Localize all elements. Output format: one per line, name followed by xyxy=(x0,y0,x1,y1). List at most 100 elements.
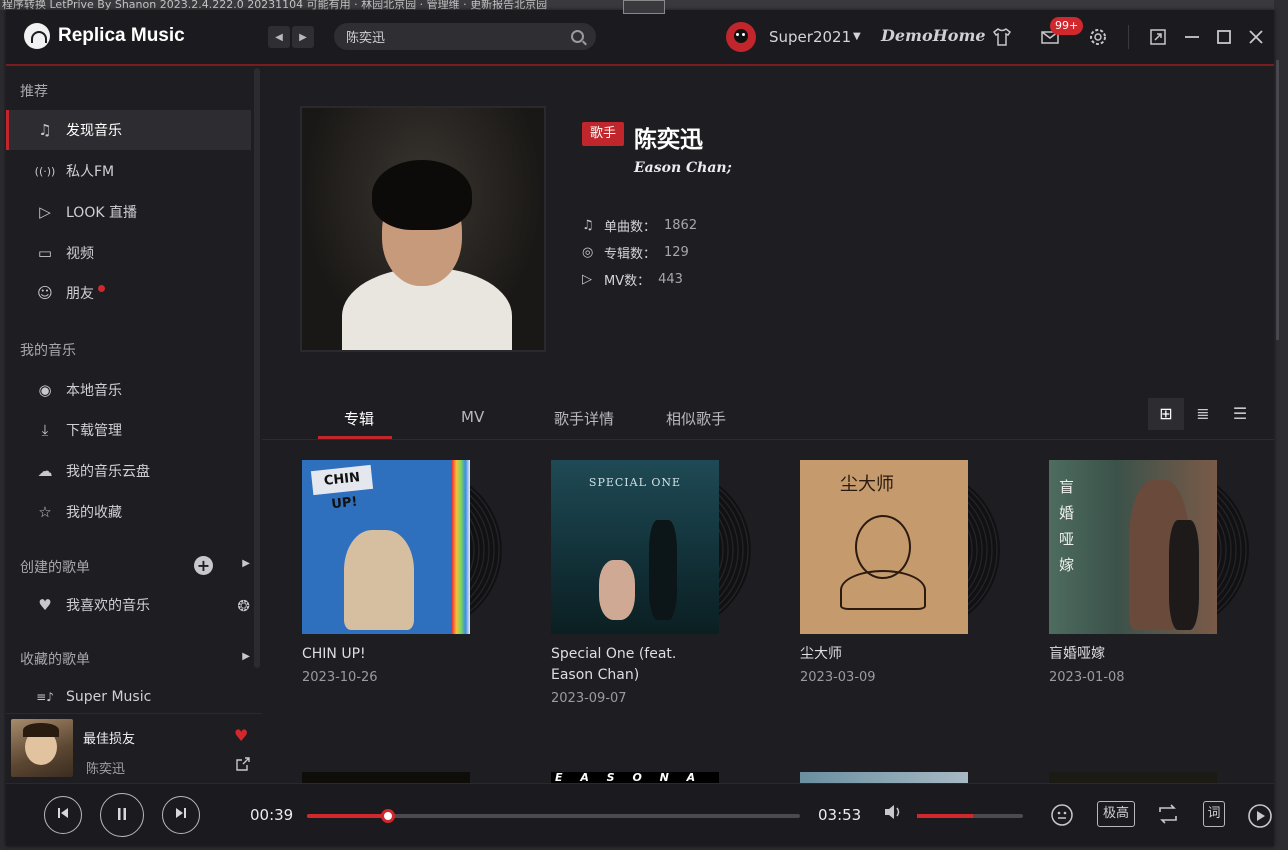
search-icon[interactable] xyxy=(571,30,584,43)
album-cover[interactable]: SPECIAL ONE xyxy=(551,460,719,634)
progress-bar[interactable] xyxy=(307,809,800,823)
list-view-icon[interactable]: ≣ xyxy=(1185,398,1221,430)
album-card[interactable]: SPECIAL ONE Special One (feat. Eason Cha… xyxy=(551,460,761,720)
album-title[interactable]: Special One (feat. Eason Chan) xyxy=(551,644,701,686)
app-window: Replica Music ◀ ▶ Super2021 ▼ DemoHome 9… xyxy=(6,0,1274,846)
sidebar-item-downloads[interactable]: ⤓ 下载管理 xyxy=(6,410,251,450)
playlist-queue-icon[interactable] xyxy=(1247,803,1273,834)
album-cover-peek[interactable] xyxy=(1049,772,1217,783)
sidebar-item-discover-music[interactable]: ♫ 发现音乐 xyxy=(6,110,251,150)
previous-track-icon[interactable] xyxy=(44,796,82,834)
now-playing-cover[interactable] xyxy=(11,719,73,777)
sidebar-item-label: 私人FM xyxy=(66,164,115,180)
user-menu-caret-icon[interactable]: ▼ xyxy=(853,31,861,42)
notification-dot xyxy=(98,284,105,292)
stat-value: 443 xyxy=(658,272,683,287)
tab-artist-details[interactable]: 歌手详情 xyxy=(554,408,614,429)
settings-gear-icon[interactable] xyxy=(1087,26,1109,48)
sound-effect-icon[interactable] xyxy=(1050,803,1074,832)
app-logo[interactable]: Replica Music xyxy=(24,23,185,49)
sidebar-item-label: 我喜欢的音乐 xyxy=(66,598,150,614)
sidebar-item-liked-music[interactable]: ♥ 我喜欢的音乐 xyxy=(6,585,251,625)
search-input[interactable] xyxy=(346,29,571,44)
progress-handle[interactable] xyxy=(381,809,396,823)
cover-figure xyxy=(599,560,635,620)
artist-page: 歌手 陈奕迅 Eason Chan; ♫ 单曲数： 1862 ◎ 专辑数： 12… xyxy=(262,68,1274,783)
tab-albums[interactable]: 专辑 xyxy=(344,408,374,429)
album-date: 2023-10-26 xyxy=(302,670,378,685)
pause-icon[interactable] xyxy=(100,793,144,837)
album-cover-peek[interactable] xyxy=(302,772,470,783)
album-date: 2023-01-08 xyxy=(1049,670,1125,685)
username[interactable]: Super2021 xyxy=(769,28,851,46)
album-card[interactable]: 盲婚哑嫁 盲婚哑嫁 2023-01-08 xyxy=(1049,460,1259,720)
elapsed-time: 00:39 xyxy=(250,806,294,824)
window-drag-handle[interactable] xyxy=(623,0,665,14)
user-avatar[interactable] xyxy=(726,22,756,52)
search-box[interactable] xyxy=(334,23,596,50)
artist-photo-hair xyxy=(372,160,472,230)
album-card[interactable]: CHIN UP! CHIN UP! 2023-10-26 xyxy=(302,460,512,720)
album-date: 2023-03-09 xyxy=(800,670,876,685)
lyrics-button[interactable]: 词 xyxy=(1203,801,1225,827)
sidebar-item-video[interactable]: ▭ 视频 xyxy=(6,233,251,273)
tab-similar-artists[interactable]: 相似歌手 xyxy=(666,408,726,429)
background-window-edge xyxy=(1274,0,1288,850)
expand-created-icon[interactable]: ▶ xyxy=(242,558,250,569)
history-nav: ◀ ▶ xyxy=(268,26,314,48)
stat-value: 1862 xyxy=(664,218,698,233)
heart-mode-icon[interactable]: ❂ xyxy=(237,597,250,615)
album-cover[interactable]: 盲婚哑嫁 xyxy=(1049,460,1217,634)
album-title[interactable]: 尘大师 xyxy=(800,644,1000,665)
now-playing-artist[interactable]: 陈奕迅 xyxy=(86,758,125,777)
album-title[interactable]: CHIN UP! xyxy=(302,644,502,665)
forward-button[interactable]: ▶ xyxy=(292,26,314,48)
share-icon[interactable] xyxy=(235,756,251,776)
sidebar-item-local-music[interactable]: ◉ 本地音乐 xyxy=(6,370,251,410)
back-button[interactable]: ◀ xyxy=(268,26,290,48)
mini-mode-icon[interactable] xyxy=(1147,26,1169,48)
skin-shirt-icon[interactable] xyxy=(991,26,1013,48)
artist-tabs: 专辑 MV 歌手详情 相似歌手 ⊞ ≣ ☰ xyxy=(262,398,1274,440)
like-heart-icon[interactable]: ♥ xyxy=(234,726,248,745)
section-collected-playlists-heading: 收藏的歌单 xyxy=(20,652,90,668)
volume-slider[interactable] xyxy=(917,814,1023,818)
tab-mv[interactable]: MV xyxy=(461,408,484,426)
sidebar-item-super-music[interactable]: ≡♪ Super Music xyxy=(6,677,251,713)
sidebar-item-look-live[interactable]: ▷ LOOK 直播 xyxy=(6,192,251,232)
stat-label: 单曲数： xyxy=(604,220,657,235)
loop-mode-icon[interactable] xyxy=(1156,803,1180,830)
close-icon[interactable] xyxy=(1245,26,1267,48)
album-cover[interactable]: CHIN UP! xyxy=(302,460,470,634)
detail-view-icon[interactable]: ☰ xyxy=(1222,398,1258,430)
now-playing-panel[interactable]: 最佳损友 陈奕迅 ♥ xyxy=(6,713,262,783)
live-tv-icon: ▷ xyxy=(39,203,51,221)
cover-lettering: SPECIAL ONE xyxy=(588,476,682,489)
mv-count-icon: ▷ xyxy=(582,272,592,287)
volume-icon[interactable] xyxy=(883,803,903,825)
grid-view-icon[interactable]: ⊞ xyxy=(1148,398,1184,430)
sidebar-item-collection[interactable]: ☆ 我的收藏 xyxy=(6,492,251,532)
minimize-icon[interactable] xyxy=(1181,26,1203,48)
download-icon: ⤓ xyxy=(41,421,49,439)
quality-button[interactable]: 极高 xyxy=(1097,801,1135,827)
album-card[interactable]: 尘大师 尘大师 2023-03-09 xyxy=(800,460,1010,720)
album-cover-peek[interactable]: E A S O N A I R xyxy=(551,772,719,783)
add-playlist-icon[interactable]: + xyxy=(194,556,213,575)
sidebar-item-friends[interactable]: ☺ 朋友 xyxy=(6,273,251,313)
song-count-icon: ♫ xyxy=(582,218,594,233)
sidebar-item-personal-fm[interactable]: ((·)) 私人FM xyxy=(6,151,251,191)
album-cover-peek[interactable] xyxy=(800,772,968,783)
expand-collected-icon[interactable]: ▶ xyxy=(242,651,250,662)
now-playing-title[interactable]: 最佳损友 xyxy=(83,728,135,747)
sidebar-item-cloud-drive[interactable]: ☁ 我的音乐云盘 xyxy=(6,451,251,491)
album-title[interactable]: 盲婚哑嫁 xyxy=(1049,644,1249,665)
cover-figure xyxy=(649,520,677,620)
album-cover[interactable]: 尘大师 xyxy=(800,460,968,634)
stat-mvs: ▷ MV数： 443 xyxy=(582,270,683,289)
brand-link[interactable]: DemoHome xyxy=(881,26,986,45)
next-track-icon[interactable] xyxy=(162,796,200,834)
sidebar-item-label: Super Music xyxy=(66,689,152,705)
maximize-icon[interactable] xyxy=(1213,26,1235,48)
sidebar-scrollbar[interactable] xyxy=(254,68,260,668)
